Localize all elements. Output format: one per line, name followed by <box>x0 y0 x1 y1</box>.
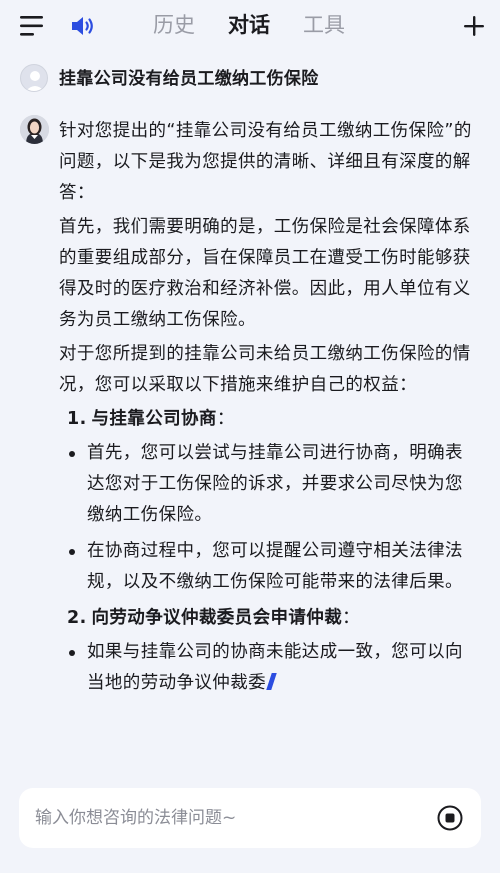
user-question: 挂靠公司没有给员工缴纳工伤保险 <box>59 69 319 89</box>
plus-icon[interactable] <box>461 13 487 39</box>
top-bar: 历史 对话 工具 <box>0 0 500 52</box>
answer-intro: 针对您提出的“挂靠公司没有给员工缴纳工伤保险”的问题，以下是我为您提供的清晰、详… <box>59 121 472 203</box>
assistant-avatar <box>20 115 49 144</box>
bullet-list: 如果与挂靠公司的协商未能达成一致，您可以向当地的劳动争议仲裁委 <box>59 637 479 699</box>
typing-cursor <box>266 673 277 690</box>
bullet-list: 首先，您可以尝试与挂靠公司进行协商，明确表达您对于工伤保险的诉求，并要求公司尽快… <box>59 438 479 598</box>
list-item: 首先，您可以尝试与挂靠公司进行协商，明确表达您对于工伤保险的诉求，并要求公司尽快… <box>59 438 479 531</box>
assistant-answer: 针对您提出的“挂靠公司没有给员工缴纳工伤保险”的问题，以下是我为您提供的清晰、详… <box>59 116 479 704</box>
list-item: 如果与挂靠公司的协商未能达成一致，您可以向当地的劳动争议仲裁委 <box>59 637 479 699</box>
question-input[interactable] <box>19 788 435 848</box>
list-item: 在协商过程中，您可以提醒公司遵守相关法律法规，以及不缴纳工伤保险可能带来的法律后… <box>59 536 479 598</box>
user-avatar <box>20 64 48 92</box>
assistant-portrait-icon <box>20 115 49 144</box>
speaker-icon[interactable] <box>69 13 97 39</box>
user-silhouette-icon <box>25 71 45 91</box>
answer-paragraph: 对于您所提到的挂靠公司未给员工缴纳工伤保险的情况，您可以采取以下措施来维护自己的… <box>59 344 471 395</box>
tab-chat[interactable]: 对话 <box>228 11 270 39</box>
tab-tools[interactable]: 工具 <box>303 11 345 39</box>
section-heading: 1. 与挂靠公司协商： <box>67 409 235 429</box>
stop-icon[interactable] <box>437 805 463 831</box>
menu-icon[interactable] <box>20 15 44 37</box>
chat-input-bar <box>19 788 481 848</box>
section-heading: 2. 向劳动争议仲裁委员会申请仲裁： <box>67 608 361 628</box>
tab-history[interactable]: 历史 <box>153 11 195 39</box>
answer-paragraph: 首先，我们需要明确的是，工伤保险是社会保障体系的重要组成部分，旨在保障员工在遭受… <box>59 217 471 330</box>
